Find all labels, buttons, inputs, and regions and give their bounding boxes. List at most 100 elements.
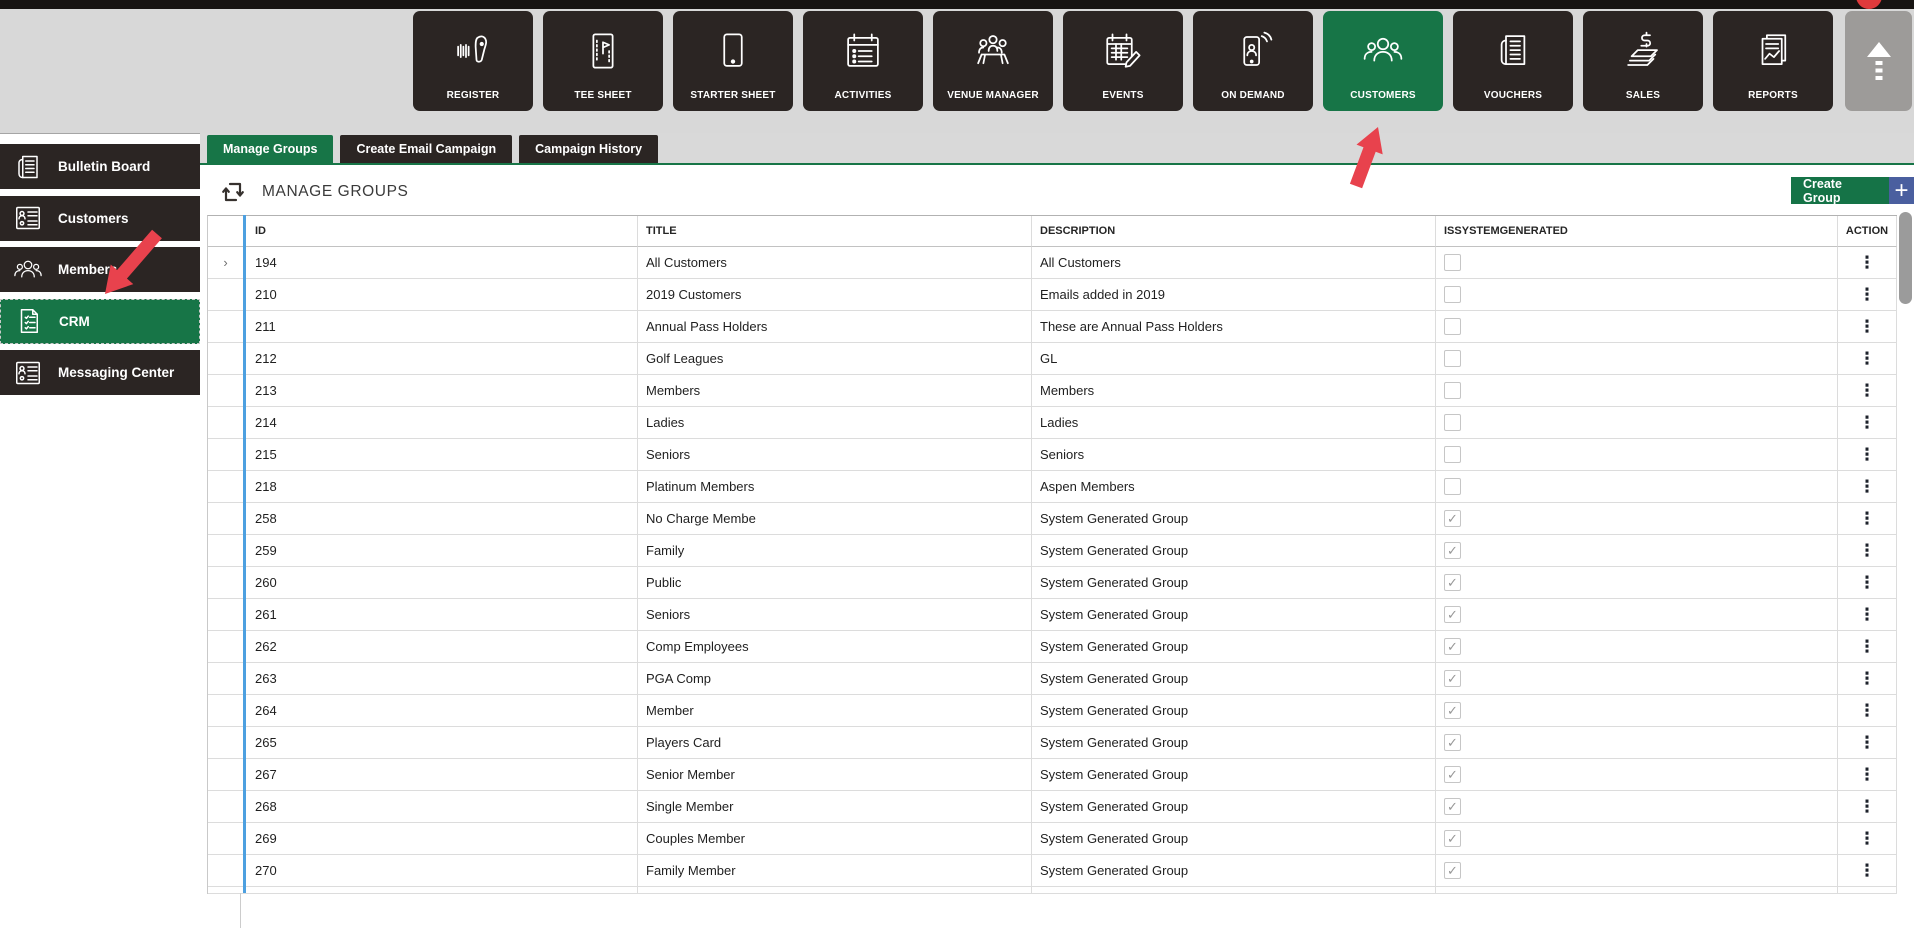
table-row[interactable]: 263 PGA Comp System Generated Group ✓ ⋮	[208, 663, 1897, 695]
table-row[interactable]: 215 Seniors Seniors ⋮	[208, 439, 1897, 471]
issystemgenerated-checkbox[interactable]: ✓	[1444, 510, 1461, 527]
table-row[interactable]: 260 Public System Generated Group ✓ ⋮	[208, 567, 1897, 599]
kebab-menu-icon[interactable]: ⋮	[1859, 318, 1876, 335]
row-actions[interactable]: ⋮	[1838, 503, 1897, 535]
table-row[interactable]: 258 No Charge Membe System Generated Gro…	[208, 503, 1897, 535]
row-actions[interactable]: ⋮	[1838, 247, 1897, 279]
table-row[interactable]: 264 Member System Generated Group ✓ ⋮	[208, 695, 1897, 727]
create-group-button[interactable]: Create Group +	[1791, 177, 1914, 205]
nav-button-sales[interactable]: SALES	[1583, 11, 1703, 111]
nav-button-on-demand[interactable]: ON DEMAND	[1193, 11, 1313, 111]
kebab-menu-icon[interactable]: ⋮	[1859, 830, 1876, 847]
kebab-menu-icon[interactable]: ⋮	[1859, 862, 1876, 879]
table-row[interactable]: 268 Single Member System Generated Group…	[208, 791, 1897, 823]
issystemgenerated-checkbox[interactable]: ✓	[1444, 830, 1461, 847]
issystemgenerated-checkbox[interactable]	[1444, 414, 1461, 431]
tab-manage-groups[interactable]: Manage Groups	[207, 135, 334, 163]
row-actions[interactable]: ⋮	[1838, 759, 1897, 791]
row-actions[interactable]: ⋮	[1838, 343, 1897, 375]
kebab-menu-icon[interactable]: ⋮	[1859, 606, 1876, 623]
table-row[interactable]: 269 Couples Member System Generated Grou…	[208, 823, 1897, 855]
nav-button-customers[interactable]: CUSTOMERS	[1323, 11, 1443, 111]
row-actions[interactable]: ⋮	[1838, 855, 1897, 887]
issystemgenerated-checkbox[interactable]: ✓	[1444, 766, 1461, 783]
sidebar-item-bulletin-board[interactable]: Bulletin Board	[0, 144, 200, 189]
issystemgenerated-checkbox[interactable]	[1444, 286, 1461, 303]
row-actions[interactable]: ⋮	[1838, 599, 1897, 631]
row-actions[interactable]: ⋮	[1838, 535, 1897, 567]
issystemgenerated-checkbox[interactable]	[1444, 446, 1461, 463]
kebab-menu-icon[interactable]: ⋮	[1859, 638, 1876, 655]
row-actions[interactable]: ⋮	[1838, 311, 1897, 343]
row-actions[interactable]: ⋮	[1838, 439, 1897, 471]
table-row[interactable]: 259 Family System Generated Group ✓ ⋮	[208, 535, 1897, 567]
table-row[interactable]: 211 Annual Pass Holders These are Annual…	[208, 311, 1897, 343]
kebab-menu-icon[interactable]: ⋮	[1859, 382, 1876, 399]
row-actions[interactable]: ⋮	[1838, 695, 1897, 727]
kebab-menu-icon[interactable]: ⋮	[1859, 478, 1876, 495]
issystemgenerated-checkbox[interactable]	[1444, 254, 1461, 271]
issystemgenerated-checkbox[interactable]: ✓	[1444, 702, 1461, 719]
table-row[interactable]: 265 Players Card System Generated Group …	[208, 727, 1897, 759]
column-header-issystemgenerated[interactable]: ISSYSTEMGENERATED	[1436, 216, 1838, 247]
table-row[interactable]: 214 Ladies Ladies ⋮	[208, 407, 1897, 439]
table-row[interactable]: › 194 All Customers All Customers ⋮	[208, 247, 1897, 279]
table-row[interactable]: 213 Members Members ⋮	[208, 375, 1897, 407]
table-row[interactable]: 218 Platinum Members Aspen Members ⋮	[208, 471, 1897, 503]
nav-button-venue-manager[interactable]: VENUE MANAGER	[933, 11, 1053, 111]
issystemgenerated-checkbox[interactable]: ✓	[1444, 574, 1461, 591]
issystemgenerated-checkbox[interactable]	[1444, 382, 1461, 399]
row-actions[interactable]: ⋮	[1838, 791, 1897, 823]
issystemgenerated-checkbox[interactable]	[1444, 478, 1461, 495]
row-actions[interactable]: ⋮	[1838, 631, 1897, 663]
kebab-menu-icon[interactable]: ⋮	[1859, 766, 1876, 783]
column-header-id[interactable]: ID	[244, 216, 638, 247]
issystemgenerated-checkbox[interactable]: ✓	[1444, 670, 1461, 687]
kebab-menu-icon[interactable]: ⋮	[1859, 446, 1876, 463]
row-actions[interactable]: ⋮	[1838, 279, 1897, 311]
issystemgenerated-checkbox[interactable]: ✓	[1444, 606, 1461, 623]
issystemgenerated-checkbox[interactable]	[1444, 350, 1461, 367]
nav-button-events[interactable]: EVENTS	[1063, 11, 1183, 111]
row-actions[interactable]: ⋮	[1838, 375, 1897, 407]
refresh-icon[interactable]	[221, 180, 245, 204]
tab-create-email-campaign[interactable]: Create Email Campaign	[340, 135, 513, 163]
kebab-menu-icon[interactable]: ⋮	[1859, 510, 1876, 527]
kebab-menu-icon[interactable]: ⋮	[1859, 702, 1876, 719]
vertical-scrollbar-thumb[interactable]	[1899, 212, 1912, 304]
nav-button-tee-sheet[interactable]: TEE SHEET	[543, 11, 663, 111]
kebab-menu-icon[interactable]: ⋮	[1859, 798, 1876, 815]
kebab-menu-icon[interactable]: ⋮	[1859, 414, 1876, 431]
table-row[interactable]: 267 Senior Member System Generated Group…	[208, 759, 1897, 791]
sidebar-item-members[interactable]: Members	[0, 247, 200, 292]
nav-button-activities[interactable]: ACTIVITIES	[803, 11, 923, 111]
table-row[interactable]: 212 Golf Leagues GL ⋮	[208, 343, 1897, 375]
sidebar-item-crm[interactable]: CRM	[0, 298, 200, 344]
row-actions[interactable]: ⋮	[1838, 663, 1897, 695]
table-row[interactable]: 270 Family Member System Generated Group…	[208, 855, 1897, 887]
nav-button-reports[interactable]: REPORTS	[1713, 11, 1833, 111]
table-row[interactable]: 262 Comp Employees System Generated Grou…	[208, 631, 1897, 663]
issystemgenerated-checkbox[interactable]: ✓	[1444, 798, 1461, 815]
kebab-menu-icon[interactable]: ⋮	[1859, 542, 1876, 559]
kebab-menu-icon[interactable]: ⋮	[1859, 670, 1876, 687]
issystemgenerated-checkbox[interactable]: ✓	[1444, 862, 1461, 879]
kebab-menu-icon[interactable]: ⋮	[1859, 286, 1876, 303]
sidebar-item-messaging-center[interactable]: Messaging Center	[0, 350, 200, 395]
table-row[interactable]: 261 Seniors System Generated Group ✓ ⋮	[208, 599, 1897, 631]
nav-button-starter-sheet[interactable]: STARTER SHEET	[673, 11, 793, 111]
row-actions[interactable]: ⋮	[1838, 471, 1897, 503]
issystemgenerated-checkbox[interactable]: ✓	[1444, 638, 1461, 655]
table-row[interactable]: 210 2019 Customers Emails added in 2019 …	[208, 279, 1897, 311]
kebab-menu-icon[interactable]: ⋮	[1859, 350, 1876, 367]
row-actions[interactable]: ⋮	[1838, 727, 1897, 759]
tab-campaign-history[interactable]: Campaign History	[519, 135, 659, 163]
kebab-menu-icon[interactable]: ⋮	[1859, 574, 1876, 591]
scroll-up-button[interactable]	[1845, 11, 1912, 111]
issystemgenerated-checkbox[interactable]	[1444, 318, 1461, 335]
nav-button-register[interactable]: REGISTER	[413, 11, 533, 111]
row-expander[interactable]: ›	[208, 247, 244, 279]
row-actions[interactable]: ⋮	[1838, 823, 1897, 855]
sidebar-item-customers[interactable]: Customers	[0, 195, 200, 241]
column-header-action[interactable]: ACTION	[1838, 216, 1897, 247]
